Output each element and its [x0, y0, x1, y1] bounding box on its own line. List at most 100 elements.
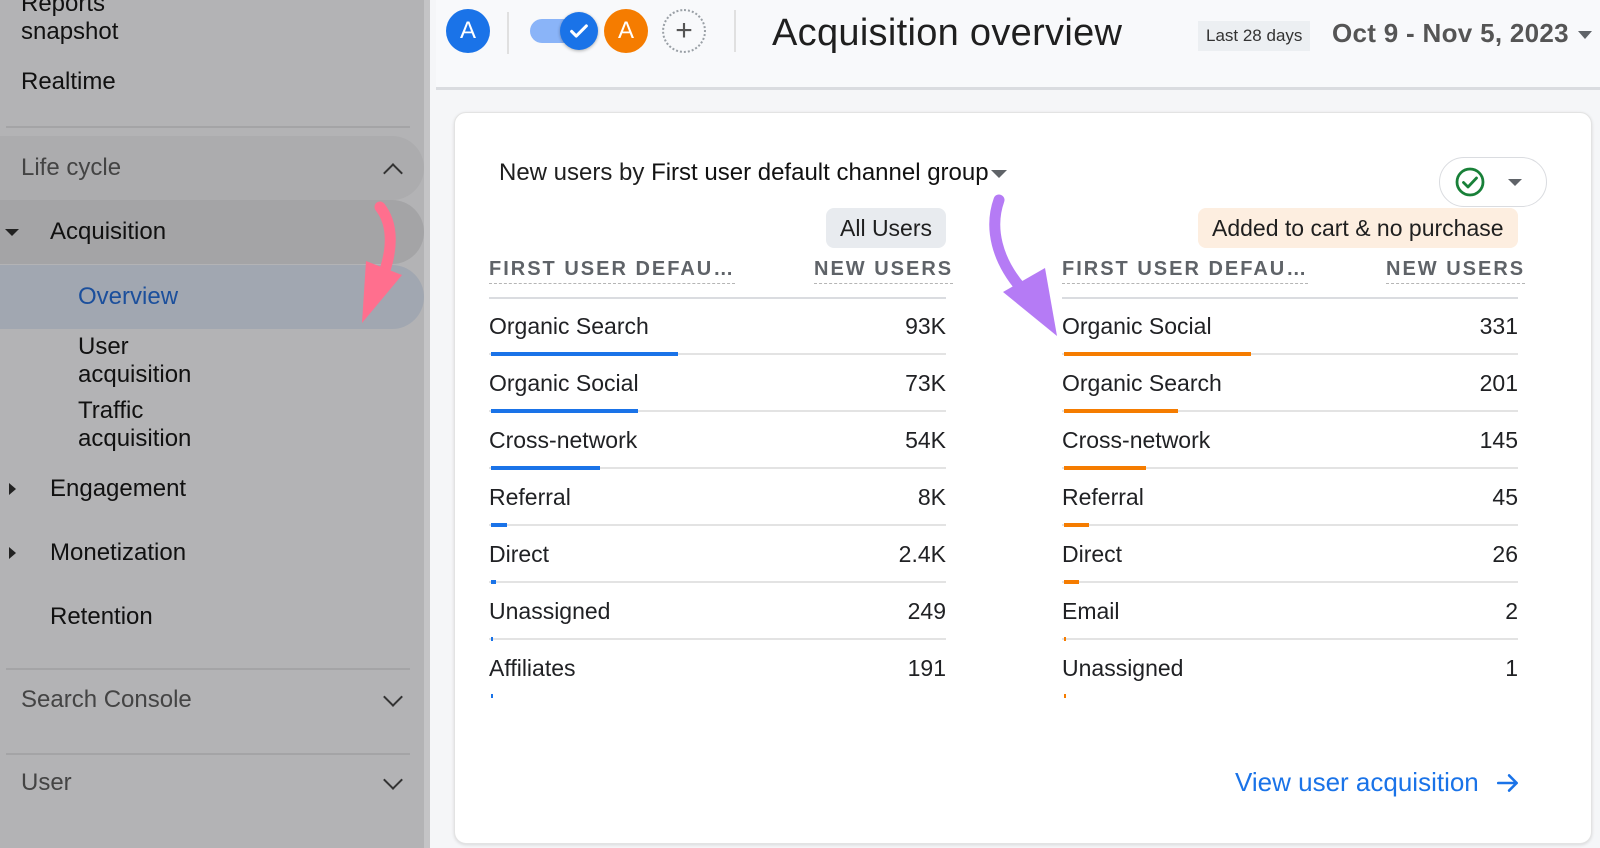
annotation-arrow-purple	[989, 194, 1057, 336]
add-comparison-button[interactable]: +	[662, 9, 706, 53]
card-title-prefix: New users by	[499, 159, 652, 186]
new-users-value: 191	[907, 655, 946, 681]
channel-name: Organic Social	[489, 370, 639, 396]
segment-avatar-all-users[interactable]: A	[446, 9, 490, 53]
sidebar-item-label: Acquisition	[50, 218, 167, 245]
channel-name: Organic Social	[1062, 313, 1212, 339]
table-row[interactable]: Organic Search 201	[1062, 356, 1518, 413]
compare-menu-button[interactable]	[1439, 157, 1547, 207]
sidebar-section-lifecycle[interactable]: Life cycle	[0, 136, 424, 200]
date-preset-chip[interactable]: Last 28 days	[1198, 21, 1311, 51]
bar-track	[1062, 524, 1518, 526]
new-users-value: 2	[1505, 598, 1518, 624]
separator	[734, 10, 736, 52]
chevron-down-icon	[383, 687, 403, 707]
table-row[interactable]: Referral 45	[1062, 470, 1518, 527]
sidebar-item-label: User acquisition	[78, 333, 192, 388]
sidebar-item-label: Engagement	[50, 475, 187, 502]
channel-name: Referral	[489, 484, 571, 510]
top-bar: A A + Acquisition overview Last 28 days …	[436, 0, 1600, 90]
new-users-value: 8K	[917, 484, 946, 510]
checkmark-icon[interactable]	[560, 12, 598, 50]
table-row[interactable]: Unassigned 1	[1062, 641, 1518, 698]
table-row[interactable]: Cross-network 145	[1062, 413, 1518, 470]
sidebar-item-label: Realtime	[21, 68, 116, 95]
channel-name: Cross-network	[489, 427, 638, 453]
table-row[interactable]: Organic Social 331	[1062, 299, 1518, 356]
chevron-up-icon	[383, 163, 403, 183]
date-range-picker[interactable]: Oct 9 - Nov 5, 2023	[1332, 18, 1569, 49]
sidebar-item-label: Traffic acquisition	[78, 397, 192, 452]
segment-avatar-cart[interactable]: A	[604, 9, 648, 53]
table-row[interactable]: Organic Social 73K	[489, 356, 946, 413]
channel-name: Affiliates	[489, 655, 576, 681]
new-users-value: 45	[1492, 484, 1518, 510]
table-row[interactable]: Direct 2.4K	[489, 527, 946, 584]
sidebar-section-search-console[interactable]: Search Console	[0, 668, 424, 732]
segment-chip-all-users: All Users	[826, 208, 947, 248]
channel-name: Direct	[1062, 541, 1123, 567]
bar-track	[1062, 638, 1518, 640]
table-row[interactable]: Organic Search 93K	[489, 299, 946, 356]
sidebar-item-label: Retention	[50, 603, 153, 630]
dimension-selector[interactable]: First user default channel group	[651, 159, 989, 186]
sidebar-item-engagement[interactable]: Engagement	[0, 457, 424, 521]
view-user-acquisition-link[interactable]: View user acquisition	[1235, 767, 1521, 798]
column-header-dimension[interactable]: FIRST USER DEFAU…	[489, 258, 736, 284]
bar-track	[489, 581, 946, 583]
new-users-value: 93K	[905, 313, 946, 339]
bar-fill	[1064, 694, 1066, 698]
caret-right-icon	[9, 483, 16, 495]
table-row[interactable]: Direct 26	[1062, 527, 1518, 584]
bar-track	[489, 638, 946, 640]
sidebar: Reports snapshot Realtime Life cycle Acq…	[0, 0, 430, 848]
separator	[507, 12, 509, 54]
bar-fill	[491, 694, 493, 698]
new-users-value: 1	[1505, 655, 1518, 681]
sidebar-item-overview[interactable]: Overview	[0, 265, 424, 329]
table-row[interactable]: Referral 8K	[489, 470, 946, 527]
channel-name: Email	[1062, 598, 1120, 624]
link-label: View user acquisition	[1235, 767, 1479, 797]
caret-down-icon[interactable]	[990, 169, 1007, 178]
table-row[interactable]: Cross-network 54K	[489, 413, 946, 470]
card-title: New users by First user default channel …	[499, 159, 1007, 187]
table-row[interactable]: Affiliates 191	[489, 641, 946, 698]
new-users-value: 26	[1492, 541, 1518, 567]
caret-down-icon[interactable]	[1578, 31, 1592, 39]
arrow-right-icon	[1496, 773, 1518, 792]
caret-right-icon	[9, 547, 16, 559]
sidebar-item-label: Overview	[78, 283, 179, 310]
caret-down-icon	[1508, 179, 1522, 186]
bar-track	[1062, 581, 1518, 583]
sidebar-item-label: Monetization	[50, 539, 187, 566]
channel-name: Cross-network	[1062, 427, 1211, 453]
channel-name: Referral	[1062, 484, 1144, 510]
column-header-dimension[interactable]: FIRST USER DEFAU…	[1062, 258, 1309, 284]
sidebar-item-acquisition[interactable]: Acquisition	[0, 200, 424, 264]
channel-name: Unassigned	[1062, 655, 1184, 681]
new-users-value: 54K	[905, 427, 946, 453]
channel-name: Direct	[489, 541, 550, 567]
section-label: User	[21, 769, 72, 796]
new-users-value: 201	[1479, 370, 1518, 396]
channel-name: Organic Search	[1062, 370, 1222, 396]
new-users-value: 2.4K	[898, 541, 946, 567]
section-label: Search Console	[21, 686, 192, 713]
table-row[interactable]: Unassigned 249	[489, 584, 946, 641]
bar-track	[489, 524, 946, 526]
sidebar-section-user[interactable]: User	[0, 751, 424, 815]
table-row[interactable]: Email 2	[1062, 584, 1518, 641]
new-users-value: 249	[907, 598, 946, 624]
new-users-value: 145	[1479, 427, 1518, 453]
channel-name: Organic Search	[489, 313, 649, 339]
column-header-new-users[interactable]: NEW USERS	[1386, 258, 1526, 284]
sidebar-item-monetization[interactable]: Monetization	[0, 521, 424, 585]
chevron-down-icon	[383, 770, 403, 790]
caret-down-icon	[5, 229, 19, 236]
page-title: Acquisition overview	[772, 12, 1123, 54]
section-label: Life cycle	[21, 154, 122, 181]
acquisition-card: New users by First user default channel …	[454, 112, 1592, 844]
check-circle-icon	[1455, 167, 1485, 197]
column-header-new-users[interactable]: NEW USERS	[814, 258, 954, 284]
